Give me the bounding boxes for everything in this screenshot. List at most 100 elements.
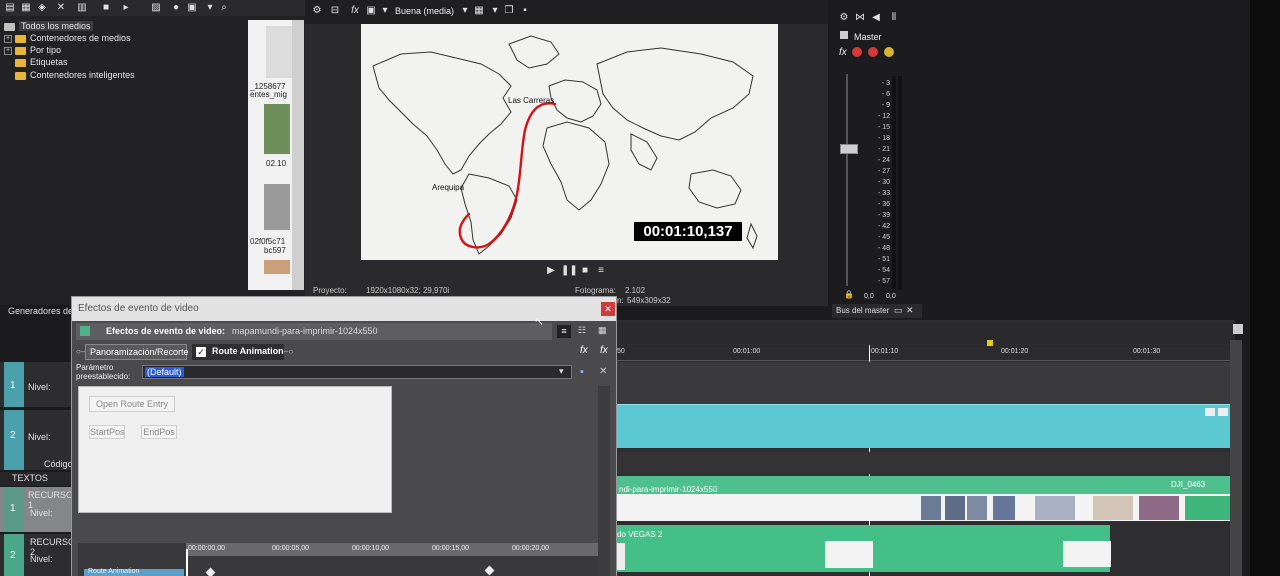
recurso-1-clip-thumbnails[interactable] <box>615 494 1230 521</box>
chevron-down-icon[interactable]: ▾ <box>459 5 471 17</box>
chevron-down-icon[interactable]: ▾ <box>379 5 391 17</box>
add-fx-icon[interactable]: fx <box>580 345 588 356</box>
preview-mode-icon[interactable]: ▣ <box>365 5 377 17</box>
properties-icon[interactable]: ▨ <box>150 2 162 14</box>
remove-media-icon[interactable]: ✕ <box>55 2 67 14</box>
kf-track-label-bar[interactable]: Route Animation <box>84 568 184 576</box>
track-1-lane <box>615 362 1230 408</box>
import-media-icon[interactable]: ▤ <box>4 2 16 14</box>
track-header-recurso-1[interactable]: 1 RECURSO 1 Nivel: <box>0 487 78 532</box>
tree-item-smart-bins[interactable]: Contenedores inteligentes <box>15 69 135 81</box>
list-view-icon[interactable]: ≡ <box>557 325 571 338</box>
track-header-textos[interactable]: TEXTOS <box>0 472 78 486</box>
pause-icon[interactable]: ❚❚ <box>561 265 578 277</box>
dock-icon[interactable]: ▭ <box>894 305 903 316</box>
media-fx-icon[interactable]: ▥ <box>76 2 88 14</box>
expand-icon[interactable]: ▸ <box>120 2 132 14</box>
close-icon[interactable]: ✕ <box>601 302 615 316</box>
views-icon[interactable]: ▣ <box>186 2 198 14</box>
master-fx-label[interactable]: fx <box>839 47 847 58</box>
views-dropdown-icon[interactable]: ▾ <box>204 2 216 14</box>
recurso-1-clip-header[interactable]: ndi-para-imprimir-1024x550 DJI_0463 <box>615 476 1230 494</box>
event-pan-crop-icon[interactable] <box>1205 408 1215 416</box>
fx-chain-item-pan-crop[interactable]: Panoramización/Recorte <box>85 344 189 360</box>
menu-icon[interactable]: ≡ <box>595 265 607 277</box>
media-thumbnail-list[interactable]: _1258677 entes_mig 02.10 02f0f5c71 bc597 <box>248 20 292 290</box>
master-bus-tab[interactable]: Bus del master ▭ ✕ <box>832 304 922 318</box>
track-header-1[interactable]: 1 Nivel: <box>0 362 78 407</box>
tree-item-by-type[interactable]: + Por tipo <box>4 44 61 56</box>
level-meter-left <box>892 76 896 290</box>
media-thumbnail[interactable] <box>264 260 290 274</box>
marker-icon[interactable] <box>987 340 993 346</box>
get-media-icon[interactable]: ◈ <box>36 2 48 14</box>
tag-icon[interactable]: ● <box>170 2 182 14</box>
stop-icon[interactable]: ■ <box>579 265 591 277</box>
generators-tab[interactable]: Generadores de <box>8 306 73 316</box>
kf-playhead[interactable] <box>186 549 188 576</box>
timeline-corner-icon[interactable] <box>1233 324 1243 334</box>
end-pos-button[interactable]: EndPos <box>141 425 177 439</box>
open-route-entry-button[interactable]: Open Route Entry <box>89 396 175 412</box>
media-scrollbar[interactable] <box>292 20 304 290</box>
mute-icon[interactable] <box>868 47 878 57</box>
tree-item-all-media[interactable]: Todos los medios <box>4 20 93 32</box>
play-icon[interactable]: ▶ <box>545 265 557 277</box>
master-checkbox[interactable] <box>840 31 848 39</box>
split-screen-icon[interactable]: ⊟ <box>329 5 341 17</box>
checkbox-checked-icon[interactable]: ✓ <box>196 347 206 357</box>
track-header-recurso-2[interactable]: 2 RECURSO 2 Nivel: <box>0 534 78 576</box>
downmix-icon[interactable]: ⋈ <box>854 12 866 24</box>
expand-icon[interactable]: + <box>4 34 12 43</box>
burn-icon[interactable]: ■ <box>100 2 112 14</box>
folder-icon <box>15 34 26 43</box>
timeline-vertical-scrollbar[interactable] <box>1230 340 1242 576</box>
chevron-down-icon[interactable]: ▾ <box>489 5 501 17</box>
track-header-2[interactable]: 2 Nivel: Código c <box>0 410 78 479</box>
copy-snapshot-icon[interactable]: ❐ <box>503 5 515 17</box>
speaker-icon[interactable]: ◀ <box>870 12 882 24</box>
fx-chain-item-route-animation[interactable]: ✓ Route Animation <box>192 344 284 360</box>
remove-fx-icon[interactable]: fx <box>600 345 608 356</box>
meter-scale-label: - 36 <box>877 201 890 208</box>
meter-scale-label: - 51 <box>877 256 890 263</box>
track-level-label: Nivel: <box>30 554 53 564</box>
tree-item-tags[interactable]: Etiquetas <box>15 56 68 68</box>
gear-icon[interactable]: ⚙ <box>311 5 323 17</box>
grid-icon[interactable]: ▦ <box>473 5 485 17</box>
media-thumbnail[interactable] <box>264 184 290 230</box>
close-icon[interactable]: ✕ <box>906 305 914 316</box>
tree-item-media-bins[interactable]: + Contenedores de medios <box>4 32 131 44</box>
delete-preset-icon[interactable]: ✕ <box>599 366 607 377</box>
preset-select[interactable]: (Default) ▾ <box>142 365 572 379</box>
dialog-scrollbar[interactable] <box>598 386 610 576</box>
recurso-2-clip[interactable]: do VEGAS 2 <box>615 525 1111 572</box>
track-2-clip[interactable] <box>615 404 1230 448</box>
expand-icon[interactable]: + <box>4 46 12 55</box>
media-item-name: 02.10 <box>266 159 287 168</box>
volume-fader-handle[interactable] <box>840 144 858 154</box>
preview-quality-select[interactable]: Buena (media) <box>395 6 454 16</box>
gear-icon[interactable]: ⚙ <box>838 12 850 24</box>
start-pos-button[interactable]: StartPos <box>89 425 125 439</box>
save-snapshot-icon[interactable]: ▪ <box>519 5 531 17</box>
event-fx-icon[interactable] <box>1218 408 1228 416</box>
detail-view-icon[interactable]: ☷ <box>578 325 586 336</box>
lock-icon[interactable]: 🔒 <box>844 290 854 299</box>
fx-icon[interactable]: fx <box>349 5 361 17</box>
search-icon[interactable]: ⌕ <box>218 2 230 14</box>
chevron-down-icon[interactable]: ▾ <box>559 366 564 377</box>
capture-icon[interactable]: ▦ <box>20 2 32 14</box>
save-preset-icon[interactable]: ▪ <box>580 366 584 378</box>
meter-scale-label: - 57 <box>877 278 890 285</box>
volume-fader-track[interactable] <box>846 74 848 286</box>
solo-icon[interactable] <box>884 47 894 57</box>
mixer-icon[interactable]: ⫴ <box>888 12 900 24</box>
grid-view-icon[interactable]: ▦ <box>598 325 607 336</box>
media-thumbnail[interactable] <box>264 104 290 154</box>
keyframe-ruler[interactable]: 00:00:00,00 00:00:05,00 00:00:10,00 00:0… <box>186 543 598 556</box>
media-thumbnail[interactable] <box>266 26 292 78</box>
timeline-ruler[interactable]: 50 00:01:00 00:01:10 00:01:20 00:01:30 <box>615 340 1230 361</box>
clip-thumbnail <box>1093 496 1133 520</box>
record-icon[interactable] <box>852 47 862 57</box>
